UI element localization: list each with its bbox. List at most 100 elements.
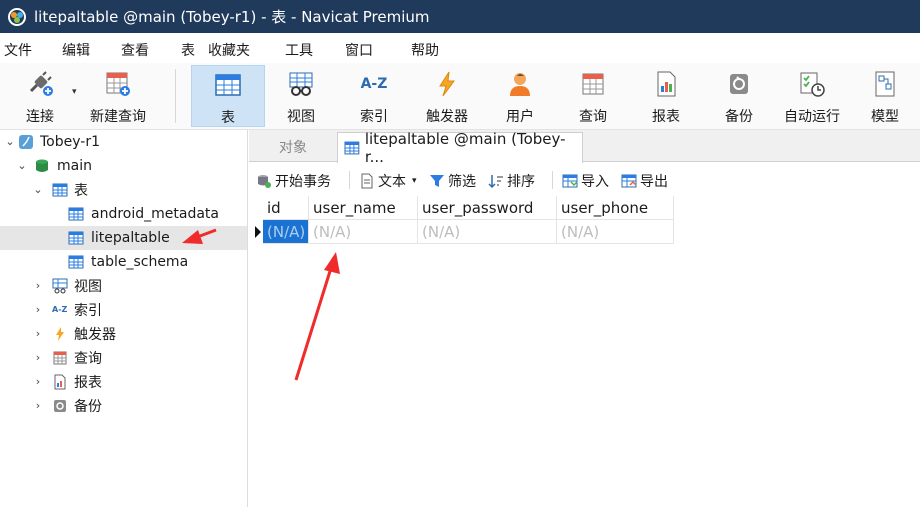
collapse-icon[interactable]: ⌄ — [4, 136, 16, 148]
menu-favorites[interactable]: 收藏夹 — [208, 40, 250, 60]
tree-triggers-group[interactable]: › 触发器 — [0, 322, 247, 346]
toolbar-separator — [349, 171, 350, 189]
table-icon — [344, 141, 360, 155]
main-panel: 对象 litepaltable @main (Tobey-r... 开始事务 文… — [249, 130, 920, 507]
query-button[interactable]: 查询 — [562, 65, 624, 127]
cell-user-name[interactable]: (N/A) — [309, 220, 418, 244]
expand-icon[interactable]: › — [32, 280, 44, 292]
menu-file[interactable]: 文件 — [4, 40, 32, 60]
tables-group-label: 表 — [74, 183, 88, 199]
a-z-index-icon: A-Z — [360, 76, 388, 92]
menu-bar: 文件 编辑 查看 表 收藏夹 工具 窗口 帮助 — [0, 33, 920, 63]
import-icon — [562, 174, 578, 188]
tab-active-label: litepaltable @main (Tobey-r... — [364, 130, 566, 166]
tab-litepaltable[interactable]: litepaltable @main (Tobey-r... — [337, 130, 583, 166]
menu-window[interactable]: 窗口 — [345, 40, 373, 60]
report-label: 报表 — [652, 109, 680, 125]
query-icon — [582, 73, 604, 95]
toolbar-separator — [175, 69, 176, 123]
menu-table[interactable]: 表 — [181, 40, 195, 60]
column-header-user-password[interactable]: user_password — [418, 196, 557, 220]
column-header-user-phone[interactable]: user_phone — [557, 196, 674, 220]
table-icon — [68, 255, 84, 269]
new-query-button[interactable]: 新建查询 — [84, 65, 152, 127]
cell-user-password[interactable]: (N/A) — [418, 220, 557, 244]
menu-edit[interactable]: 编辑 — [62, 40, 90, 60]
tree-table-android-metadata[interactable]: android_metadata — [0, 202, 247, 226]
expand-icon[interactable]: › — [32, 400, 44, 412]
index-button[interactable]: A-Z 索引 — [343, 65, 405, 127]
table-button[interactable]: 表 — [191, 65, 265, 127]
column-header-user-name[interactable]: user_name — [309, 196, 418, 220]
current-row-indicator-icon — [255, 226, 261, 238]
table-icon — [52, 183, 68, 197]
query-icon — [53, 351, 67, 365]
tab-bar: 对象 litepaltable @main (Tobey-r... — [249, 130, 920, 166]
new-query-icon — [106, 72, 130, 96]
expand-icon[interactable]: › — [32, 376, 44, 388]
user-button[interactable]: 用户 — [489, 65, 551, 127]
cell-user-phone[interactable]: (N/A) — [557, 220, 674, 244]
sort-button[interactable]: 排序 — [488, 171, 535, 191]
model-label: 模型 — [871, 109, 899, 125]
indexes-label: 索引 — [74, 303, 102, 319]
tree-indexes-group[interactable]: › A-Z 索引 — [0, 298, 247, 322]
expand-icon[interactable]: › — [32, 304, 44, 316]
trigger-button[interactable]: 触发器 — [416, 65, 478, 127]
view-button[interactable]: 视图 — [270, 65, 332, 127]
tree-views-group[interactable]: › 视图 — [0, 274, 247, 298]
menu-view[interactable]: 查看 — [121, 40, 149, 60]
backup-icon — [730, 74, 748, 94]
filter-icon — [430, 175, 444, 187]
table-icon — [68, 231, 84, 245]
tree-connection[interactable]: ⌄ Tobey-r1 — [0, 130, 247, 154]
report-button[interactable]: 报表 — [635, 65, 697, 127]
user-icon — [510, 73, 530, 96]
tree-tables-group[interactable]: ⌄ 表 — [0, 178, 247, 202]
begin-transaction-label: 开始事务 — [275, 174, 331, 190]
backup-button[interactable]: 备份 — [708, 65, 770, 127]
text-button[interactable]: 文本 ▾ — [359, 171, 417, 191]
transaction-icon — [258, 175, 271, 188]
column-header-id[interactable]: id — [263, 196, 309, 220]
import-label: 导入 — [581, 174, 609, 190]
connect-button[interactable]: 连接 — [8, 65, 72, 127]
table-label: 表 — [221, 110, 235, 126]
toolbar-separator — [552, 171, 553, 189]
tree-queries-group[interactable]: › 查询 — [0, 346, 247, 370]
menu-help[interactable]: 帮助 — [411, 40, 439, 60]
lightning-bolt-icon — [56, 327, 64, 341]
menu-tools[interactable]: 工具 — [285, 40, 313, 60]
dropdown-arrow-icon: ▾ — [412, 176, 417, 186]
model-button[interactable]: 模型 — [854, 65, 916, 127]
begin-transaction-button[interactable]: 开始事务 — [256, 171, 331, 191]
cell-id[interactable]: (N/A) — [263, 220, 309, 244]
backups-label: 备份 — [74, 399, 102, 415]
export-button[interactable]: 导出 — [621, 171, 668, 191]
title-bar: litepaltable @main (Tobey-r1) - 表 - Navi… — [0, 0, 920, 33]
export-label: 导出 — [640, 174, 668, 190]
connect-dropdown-icon[interactable]: ▾ — [72, 87, 77, 97]
query-label: 查询 — [579, 109, 607, 125]
sort-icon — [488, 175, 503, 189]
tree-backups-group[interactable]: › 备份 — [0, 394, 247, 418]
plug-icon — [29, 71, 53, 96]
collapse-icon[interactable]: ⌄ — [16, 160, 28, 172]
filter-button[interactable]: 筛选 — [429, 171, 476, 191]
backup-icon — [54, 400, 66, 412]
tree-table-table-schema[interactable]: table_schema — [0, 250, 247, 274]
automation-button[interactable]: 自动运行 — [776, 65, 848, 127]
window-title: litepaltable @main (Tobey-r1) - 表 - Navi… — [34, 8, 430, 26]
database-icon — [36, 159, 48, 172]
tab-objects[interactable]: 对象 — [249, 132, 337, 162]
tree-reports-group[interactable]: › 报表 — [0, 370, 247, 394]
tree-database-main[interactable]: ⌄ main — [0, 154, 247, 178]
collapse-icon[interactable]: ⌄ — [32, 184, 44, 196]
import-button[interactable]: 导入 — [562, 171, 609, 191]
tree-table-litepaltable[interactable]: litepaltable — [0, 226, 247, 250]
trigger-label: 触发器 — [426, 109, 468, 125]
expand-icon[interactable]: › — [32, 328, 44, 340]
text-doc-icon — [361, 173, 373, 189]
expand-icon[interactable]: › — [32, 352, 44, 364]
export-icon — [621, 174, 637, 188]
